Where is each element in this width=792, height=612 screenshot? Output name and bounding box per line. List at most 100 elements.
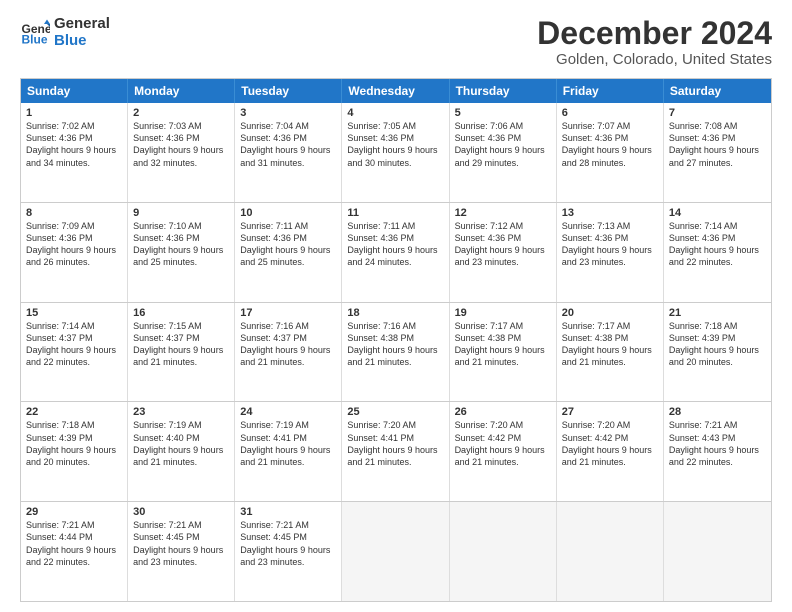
cal-cell: 19 Sunrise: 7:17 AM Sunset: 4:38 PM Dayl… xyxy=(450,303,557,402)
calendar: Sunday Monday Tuesday Wednesday Thursday… xyxy=(20,78,772,602)
day-number: 23 xyxy=(133,406,229,418)
cal-cell xyxy=(557,502,664,601)
cal-cell: 24 Sunrise: 7:19 AM Sunset: 4:41 PM Dayl… xyxy=(235,402,342,501)
cell-info: Sunrise: 7:03 AM Sunset: 4:36 PM Dayligh… xyxy=(133,120,229,169)
header-wednesday: Wednesday xyxy=(342,79,449,103)
logo-line1: General xyxy=(54,16,110,33)
day-number: 6 xyxy=(562,107,658,119)
cell-info: Sunrise: 7:17 AM Sunset: 4:38 PM Dayligh… xyxy=(455,320,551,369)
cell-info: Sunrise: 7:19 AM Sunset: 4:41 PM Dayligh… xyxy=(240,419,336,468)
cal-cell: 6 Sunrise: 7:07 AM Sunset: 4:36 PM Dayli… xyxy=(557,103,664,202)
cal-cell: 15 Sunrise: 7:14 AM Sunset: 4:37 PM Dayl… xyxy=(21,303,128,402)
cal-cell: 31 Sunrise: 7:21 AM Sunset: 4:45 PM Dayl… xyxy=(235,502,342,601)
cell-info: Sunrise: 7:08 AM Sunset: 4:36 PM Dayligh… xyxy=(669,120,766,169)
day-number: 4 xyxy=(347,107,443,119)
cell-info: Sunrise: 7:10 AM Sunset: 4:36 PM Dayligh… xyxy=(133,220,229,269)
cal-cell: 18 Sunrise: 7:16 AM Sunset: 4:38 PM Dayl… xyxy=(342,303,449,402)
day-number: 15 xyxy=(26,307,122,319)
cal-cell: 26 Sunrise: 7:20 AM Sunset: 4:42 PM Dayl… xyxy=(450,402,557,501)
day-number: 12 xyxy=(455,207,551,219)
header-friday: Friday xyxy=(557,79,664,103)
cell-info: Sunrise: 7:17 AM Sunset: 4:38 PM Dayligh… xyxy=(562,320,658,369)
day-number: 27 xyxy=(562,406,658,418)
cell-info: Sunrise: 7:09 AM Sunset: 4:36 PM Dayligh… xyxy=(26,220,122,269)
cal-cell: 25 Sunrise: 7:20 AM Sunset: 4:41 PM Dayl… xyxy=(342,402,449,501)
header: General Blue General Blue December 2024 … xyxy=(20,16,772,68)
cell-info: Sunrise: 7:11 AM Sunset: 4:36 PM Dayligh… xyxy=(347,220,443,269)
header-thursday: Thursday xyxy=(450,79,557,103)
cal-cell: 20 Sunrise: 7:17 AM Sunset: 4:38 PM Dayl… xyxy=(557,303,664,402)
day-number: 20 xyxy=(562,307,658,319)
day-number: 1 xyxy=(26,107,122,119)
day-number: 14 xyxy=(669,207,766,219)
cell-info: Sunrise: 7:11 AM Sunset: 4:36 PM Dayligh… xyxy=(240,220,336,269)
main-title: December 2024 xyxy=(537,16,772,51)
cal-week-2: 8 Sunrise: 7:09 AM Sunset: 4:36 PM Dayli… xyxy=(21,202,771,302)
day-number: 5 xyxy=(455,107,551,119)
cal-cell: 12 Sunrise: 7:12 AM Sunset: 4:36 PM Dayl… xyxy=(450,203,557,302)
cal-cell: 13 Sunrise: 7:13 AM Sunset: 4:36 PM Dayl… xyxy=(557,203,664,302)
day-number: 7 xyxy=(669,107,766,119)
cell-info: Sunrise: 7:20 AM Sunset: 4:41 PM Dayligh… xyxy=(347,419,443,468)
day-number: 28 xyxy=(669,406,766,418)
cell-info: Sunrise: 7:21 AM Sunset: 4:45 PM Dayligh… xyxy=(133,519,229,568)
logo: General Blue General Blue xyxy=(20,16,110,49)
cell-info: Sunrise: 7:21 AM Sunset: 4:43 PM Dayligh… xyxy=(669,419,766,468)
cell-info: Sunrise: 7:12 AM Sunset: 4:36 PM Dayligh… xyxy=(455,220,551,269)
day-number: 17 xyxy=(240,307,336,319)
cal-cell: 29 Sunrise: 7:21 AM Sunset: 4:44 PM Dayl… xyxy=(21,502,128,601)
cal-week-5: 29 Sunrise: 7:21 AM Sunset: 4:44 PM Dayl… xyxy=(21,501,771,601)
cell-info: Sunrise: 7:21 AM Sunset: 4:44 PM Dayligh… xyxy=(26,519,122,568)
cal-cell xyxy=(664,502,771,601)
header-tuesday: Tuesday xyxy=(235,79,342,103)
cell-info: Sunrise: 7:04 AM Sunset: 4:36 PM Dayligh… xyxy=(240,120,336,169)
day-number: 18 xyxy=(347,307,443,319)
cal-cell: 4 Sunrise: 7:05 AM Sunset: 4:36 PM Dayli… xyxy=(342,103,449,202)
cell-info: Sunrise: 7:18 AM Sunset: 4:39 PM Dayligh… xyxy=(26,419,122,468)
cal-cell: 3 Sunrise: 7:04 AM Sunset: 4:36 PM Dayli… xyxy=(235,103,342,202)
day-number: 3 xyxy=(240,107,336,119)
cell-info: Sunrise: 7:19 AM Sunset: 4:40 PM Dayligh… xyxy=(133,419,229,468)
cal-cell: 14 Sunrise: 7:14 AM Sunset: 4:36 PM Dayl… xyxy=(664,203,771,302)
cal-cell: 21 Sunrise: 7:18 AM Sunset: 4:39 PM Dayl… xyxy=(664,303,771,402)
day-number: 11 xyxy=(347,207,443,219)
cal-cell: 22 Sunrise: 7:18 AM Sunset: 4:39 PM Dayl… xyxy=(21,402,128,501)
cal-cell: 1 Sunrise: 7:02 AM Sunset: 4:36 PM Dayli… xyxy=(21,103,128,202)
cell-info: Sunrise: 7:14 AM Sunset: 4:37 PM Dayligh… xyxy=(26,320,122,369)
svg-text:Blue: Blue xyxy=(22,32,48,46)
day-number: 13 xyxy=(562,207,658,219)
day-number: 10 xyxy=(240,207,336,219)
header-sunday: Sunday xyxy=(21,79,128,103)
day-number: 16 xyxy=(133,307,229,319)
logo-line2: Blue xyxy=(54,33,110,50)
day-number: 25 xyxy=(347,406,443,418)
subtitle: Golden, Colorado, United States xyxy=(537,51,772,68)
day-number: 31 xyxy=(240,506,336,518)
cal-cell: 17 Sunrise: 7:16 AM Sunset: 4:37 PM Dayl… xyxy=(235,303,342,402)
cal-cell: 10 Sunrise: 7:11 AM Sunset: 4:36 PM Dayl… xyxy=(235,203,342,302)
cell-info: Sunrise: 7:18 AM Sunset: 4:39 PM Dayligh… xyxy=(669,320,766,369)
title-block: December 2024 Golden, Colorado, United S… xyxy=(537,16,772,68)
cal-cell: 2 Sunrise: 7:03 AM Sunset: 4:36 PM Dayli… xyxy=(128,103,235,202)
cal-cell: 28 Sunrise: 7:21 AM Sunset: 4:43 PM Dayl… xyxy=(664,402,771,501)
cal-week-3: 15 Sunrise: 7:14 AM Sunset: 4:37 PM Dayl… xyxy=(21,302,771,402)
cell-info: Sunrise: 7:20 AM Sunset: 4:42 PM Dayligh… xyxy=(455,419,551,468)
calendar-body: 1 Sunrise: 7:02 AM Sunset: 4:36 PM Dayli… xyxy=(21,103,771,601)
cell-info: Sunrise: 7:14 AM Sunset: 4:36 PM Dayligh… xyxy=(669,220,766,269)
day-number: 26 xyxy=(455,406,551,418)
day-number: 8 xyxy=(26,207,122,219)
header-monday: Monday xyxy=(128,79,235,103)
cal-cell: 7 Sunrise: 7:08 AM Sunset: 4:36 PM Dayli… xyxy=(664,103,771,202)
cell-info: Sunrise: 7:15 AM Sunset: 4:37 PM Dayligh… xyxy=(133,320,229,369)
day-number: 19 xyxy=(455,307,551,319)
day-number: 21 xyxy=(669,307,766,319)
page: General Blue General Blue December 2024 … xyxy=(0,0,792,612)
cell-info: Sunrise: 7:02 AM Sunset: 4:36 PM Dayligh… xyxy=(26,120,122,169)
cell-info: Sunrise: 7:20 AM Sunset: 4:42 PM Dayligh… xyxy=(562,419,658,468)
day-number: 2 xyxy=(133,107,229,119)
day-number: 22 xyxy=(26,406,122,418)
cell-info: Sunrise: 7:16 AM Sunset: 4:38 PM Dayligh… xyxy=(347,320,443,369)
cell-info: Sunrise: 7:05 AM Sunset: 4:36 PM Dayligh… xyxy=(347,120,443,169)
header-saturday: Saturday xyxy=(664,79,771,103)
cal-cell: 8 Sunrise: 7:09 AM Sunset: 4:36 PM Dayli… xyxy=(21,203,128,302)
